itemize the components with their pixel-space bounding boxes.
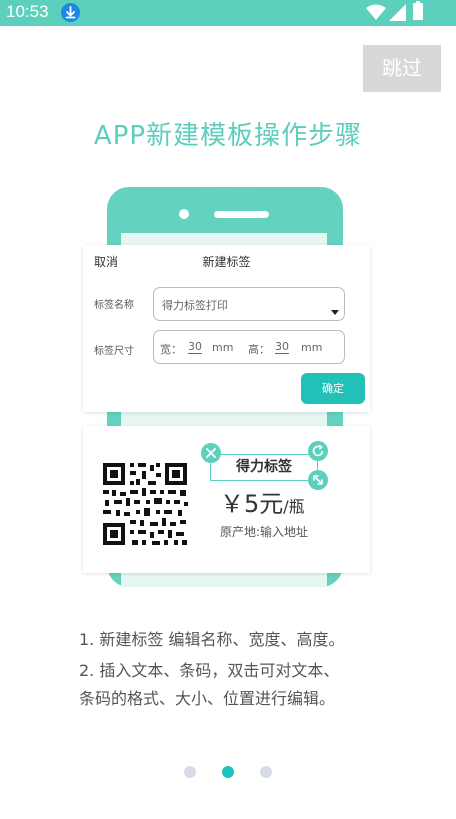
signal-icon bbox=[389, 4, 406, 21]
download-icon bbox=[61, 3, 80, 22]
instruction-step-1: 1. 新建标签 编辑名称、宽度、高度。 bbox=[79, 630, 345, 649]
width-unit: mm bbox=[212, 341, 234, 354]
dropdown-arrow-icon bbox=[331, 310, 339, 315]
page-title: APP新建模板操作步骤 bbox=[93, 121, 363, 151]
phone-camera bbox=[179, 209, 189, 219]
confirm-button: 确定 bbox=[301, 373, 365, 404]
label-size-field: 宽： 30 mm 高： 30 mm bbox=[153, 330, 345, 364]
label-name-field: 得力标签打印 bbox=[153, 287, 345, 321]
pager-dot-1[interactable] bbox=[184, 766, 196, 778]
width-value: 30 bbox=[188, 340, 202, 354]
height-caption: 高： bbox=[248, 343, 270, 356]
width-caption: 宽： bbox=[160, 343, 182, 356]
label-name-caption: 标签名称 bbox=[94, 300, 134, 311]
instruction-step-2: 2. 插入文本、条码，双击可对文本、 bbox=[79, 661, 340, 680]
height-value: 30 bbox=[275, 340, 289, 354]
status-bar: 10:53 bbox=[0, 0, 456, 26]
height-unit: mm bbox=[301, 341, 323, 354]
pager-dot-3[interactable] bbox=[260, 766, 272, 778]
price-text: ￥5元/瓶 bbox=[220, 484, 305, 519]
resize-icon bbox=[308, 470, 328, 490]
pager-dot-2[interactable] bbox=[222, 766, 234, 778]
phone-speaker bbox=[214, 211, 269, 218]
instructions: 1. 新建标签 编辑名称、宽度、高度。 2. 插入文本、条码，双击可对文本、 条… bbox=[79, 626, 439, 713]
wifi-icon bbox=[366, 4, 386, 20]
new-label-dialog: 取消 新建标签 标签名称 得力标签打印 标签尺寸 宽： 30 mm 高： 30 … bbox=[83, 245, 370, 412]
price-unit: /瓶 bbox=[283, 497, 305, 516]
battery-icon bbox=[413, 1, 423, 20]
qr-code-icon bbox=[100, 460, 190, 548]
dialog-title: 新建标签 bbox=[202, 255, 251, 269]
price-value: ￥5元 bbox=[220, 490, 284, 518]
label-preview-card: 得力标签 ￥5元/瓶 原产地:输入地址 bbox=[83, 426, 370, 573]
delete-icon bbox=[201, 443, 221, 463]
label-size-caption: 标签尺寸 bbox=[94, 346, 134, 357]
instruction-step-2-cont: 条码的格式、大小、位置进行编辑。 bbox=[79, 689, 336, 708]
skip-button[interactable]: 跳过 bbox=[363, 45, 441, 92]
label-title-text: 得力标签 bbox=[210, 454, 318, 481]
status-time: 10:53 bbox=[6, 2, 49, 21]
origin-text: 原产地:输入地址 bbox=[220, 525, 309, 539]
label-name-value: 得力标签打印 bbox=[162, 299, 228, 312]
rotate-icon bbox=[308, 441, 328, 461]
